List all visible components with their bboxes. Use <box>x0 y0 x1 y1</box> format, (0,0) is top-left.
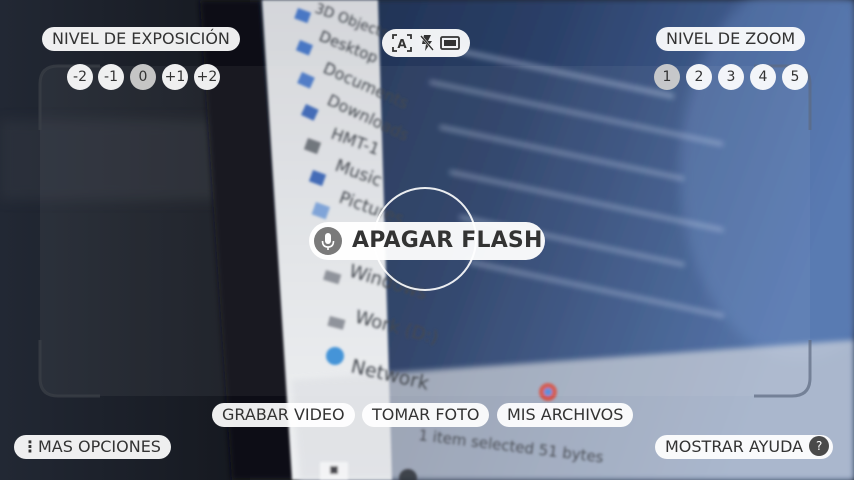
zoom-level-option[interactable]: 5 <box>782 64 808 90</box>
zoom-level-option[interactable]: 2 <box>686 64 712 90</box>
exposure-level-option[interactable]: +1 <box>162 64 188 90</box>
exposure-level-option[interactable]: +2 <box>194 64 220 90</box>
help-icon: ? <box>809 435 830 456</box>
record-video-button[interactable]: GRABAR VIDEO <box>212 403 355 427</box>
zoom-level-option[interactable]: 4 <box>750 64 776 90</box>
voice-command-feedback: APAGAR FLASH <box>309 222 545 260</box>
exposure-level-option[interactable]: -2 <box>67 64 93 90</box>
microphone-icon <box>314 227 342 255</box>
more-vertical-icon: ⋮ <box>22 437 38 456</box>
show-help-button[interactable]: MOSTRAR AYUDA? <box>655 435 834 459</box>
voice-command-text: APAGAR FLASH <box>352 228 543 253</box>
my-files-button[interactable]: MIS ARCHIVOS <box>497 403 634 427</box>
auto-mode-icon[interactable]: A <box>392 34 412 56</box>
take-photo-button[interactable]: TOMAR FOTO <box>362 403 490 427</box>
exposure-level-label: NIVEL DE EXPOSICIÓN <box>42 27 240 51</box>
show-help-label: MOSTRAR AYUDA <box>665 437 804 456</box>
more-options-label: MAS OPCIONES <box>38 437 161 456</box>
camera-app: 3D Objects Desktop Documents Downloads H… <box>0 0 854 480</box>
camera-mode-indicators: A <box>382 29 470 57</box>
zoom-level-label: NIVEL DE ZOOM <box>656 27 806 51</box>
more-options-button[interactable]: ⋮MAS OPCIONES <box>14 435 171 459</box>
zoom-level-option-selected[interactable]: 1 <box>654 64 680 90</box>
svg-text:A: A <box>397 37 407 51</box>
exposure-level-option[interactable]: -1 <box>98 64 124 90</box>
aspect-ratio-icon[interactable] <box>440 34 460 56</box>
zoom-level-option[interactable]: 3 <box>718 64 744 90</box>
exposure-level-option-selected[interactable]: 0 <box>130 64 156 90</box>
flash-off-icon[interactable] <box>419 34 435 56</box>
